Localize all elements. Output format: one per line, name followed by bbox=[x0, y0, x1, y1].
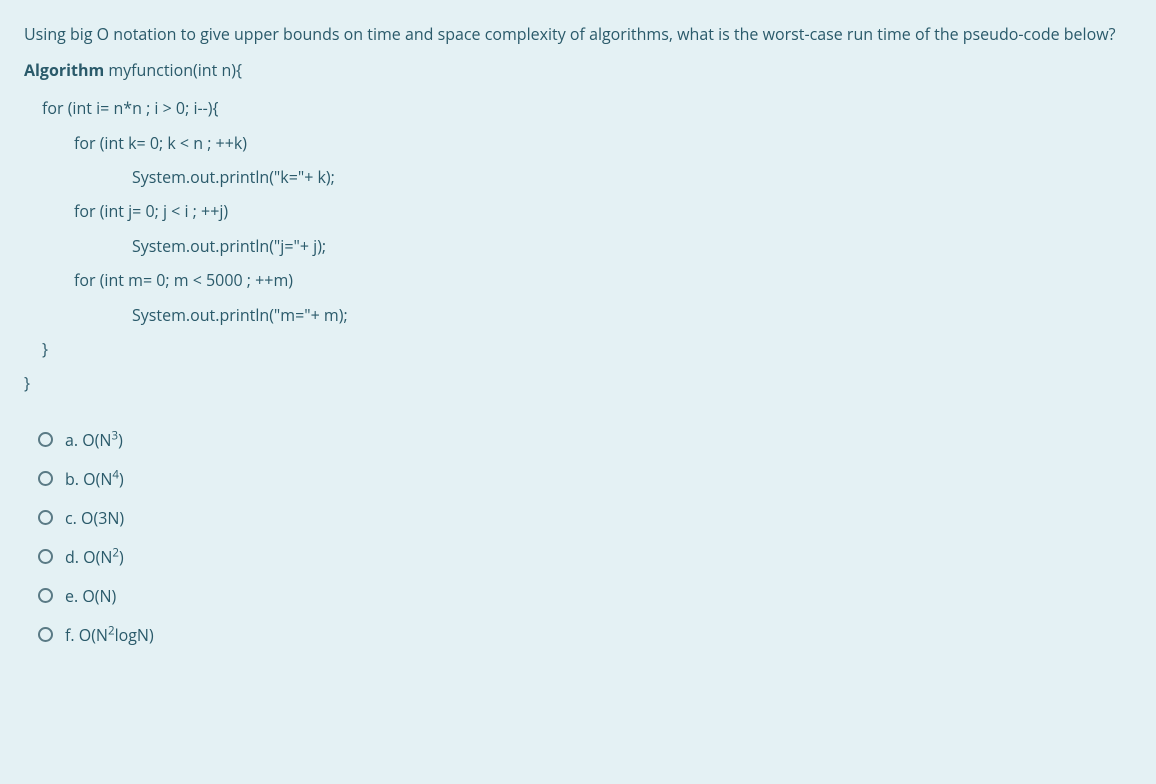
option-text: O(N) bbox=[82, 585, 116, 607]
option-letter: a. bbox=[65, 429, 78, 451]
option-f-label: f. O(N2logN) bbox=[65, 624, 154, 646]
option-tail: ) bbox=[119, 546, 124, 568]
code-line: for (int i= n*n ; i > 0; i--){ bbox=[24, 91, 1132, 125]
code-line: for (int k= 0; k < n ; ++k) bbox=[24, 126, 1132, 160]
option-c-label: c. O(3N) bbox=[65, 507, 124, 529]
option-c[interactable]: c. O(3N) bbox=[24, 507, 1132, 529]
code-line: for (int m= 0; m < 5000 ; ++m) bbox=[24, 263, 1132, 297]
option-b-label: b. O(N4) bbox=[65, 468, 124, 490]
option-tail: logN) bbox=[115, 624, 154, 646]
question-panel: Using big O notation to give upper bound… bbox=[0, 0, 1156, 784]
algorithm-signature: myfunction(int n){ bbox=[104, 59, 242, 81]
option-f[interactable]: f. O(N2logN) bbox=[24, 624, 1132, 646]
code-line: for (int j= 0; j < i ; ++j) bbox=[24, 194, 1132, 228]
option-letter: b. bbox=[65, 468, 79, 490]
code-line-close: } bbox=[24, 366, 1132, 400]
option-a-radio[interactable] bbox=[38, 432, 53, 447]
option-letter: f. bbox=[65, 624, 75, 646]
option-e-radio[interactable] bbox=[38, 588, 53, 603]
option-e-label: e. O(N) bbox=[65, 585, 116, 607]
algorithm-keyword: Algorithm bbox=[24, 59, 104, 81]
option-letter: d. bbox=[65, 546, 79, 568]
option-d[interactable]: d. O(N2) bbox=[24, 546, 1132, 568]
option-sup: 2 bbox=[108, 623, 115, 638]
question-text: Using big O notation to give upper bound… bbox=[24, 22, 1132, 48]
option-sup: 2 bbox=[112, 545, 119, 560]
option-sup: 4 bbox=[112, 467, 119, 482]
option-letter: e. bbox=[65, 585, 78, 607]
option-c-radio[interactable] bbox=[38, 510, 53, 525]
option-text: O(N bbox=[82, 429, 111, 451]
option-text: O(N bbox=[79, 624, 108, 646]
option-b-radio[interactable] bbox=[38, 471, 53, 486]
option-b[interactable]: b. O(N4) bbox=[24, 468, 1132, 490]
option-text: O(N bbox=[83, 546, 112, 568]
option-a[interactable]: a. O(N3) bbox=[24, 429, 1132, 451]
option-letter: c. bbox=[65, 507, 77, 529]
code-line-close: } bbox=[24, 332, 1132, 366]
option-tail: ) bbox=[118, 429, 123, 451]
code-line: System.out.println("k="+ k); bbox=[24, 160, 1132, 194]
option-text: O(3N) bbox=[81, 507, 124, 529]
algorithm-title: Algorithm myfunction(int n){ bbox=[24, 58, 1132, 84]
option-e[interactable]: e. O(N) bbox=[24, 585, 1132, 607]
option-f-radio[interactable] bbox=[38, 627, 53, 642]
option-d-label: d. O(N2) bbox=[65, 546, 124, 568]
option-a-label: a. O(N3) bbox=[65, 429, 123, 451]
option-d-radio[interactable] bbox=[38, 549, 53, 564]
answer-options: a. O(N3) b. O(N4) c. O(3N) d. O(N2) bbox=[24, 429, 1132, 646]
pseudocode-block: for (int i= n*n ; i > 0; i--){ for (int … bbox=[24, 91, 1132, 401]
code-line: System.out.println("m="+ m); bbox=[24, 298, 1132, 332]
option-text: O(N bbox=[83, 468, 112, 490]
code-line: System.out.println("j="+ j); bbox=[24, 229, 1132, 263]
option-tail: ) bbox=[119, 468, 124, 490]
